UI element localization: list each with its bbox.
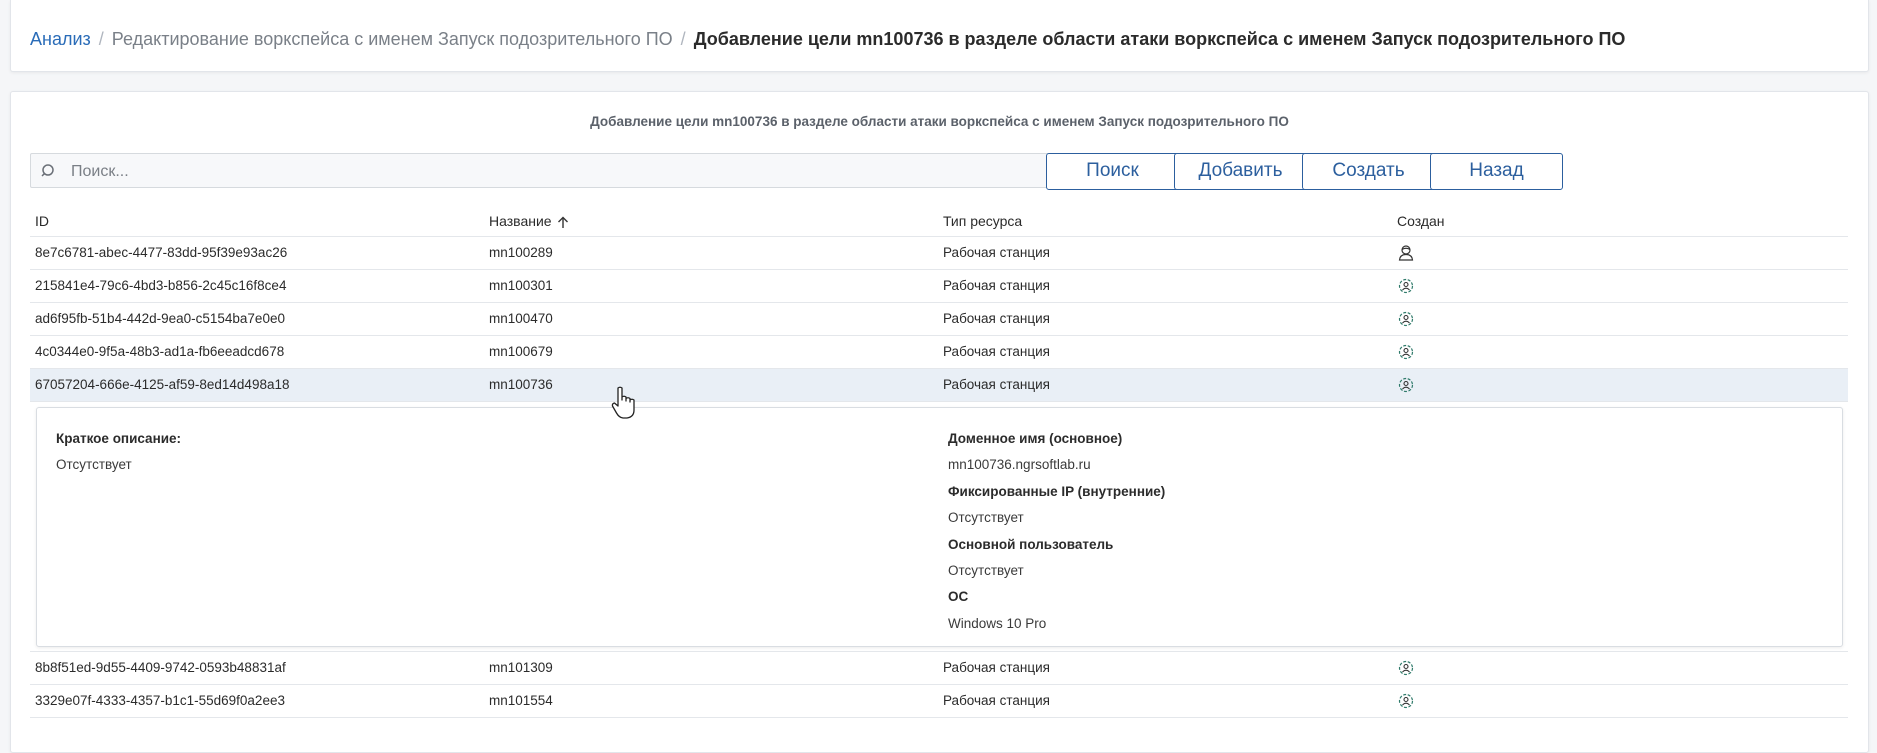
column-header-name-label: Название — [489, 213, 552, 229]
page-title: Добавление цели mn100736 в разделе облас… — [590, 114, 1289, 129]
table-row[interactable]: 8b8f51ed-9d55-4409-9742-0593b48831af mn1… — [30, 652, 1848, 685]
targets-table: ID Название Тип ресурса Создан 8e7c6781-… — [30, 206, 1848, 718]
cell-type: Рабочая станция — [943, 660, 1050, 675]
os-value: Windows 10 Pro — [948, 616, 1047, 631]
cell-name: mn100679 — [489, 344, 553, 359]
cell-name: mn101309 — [489, 660, 553, 675]
system-gear-icon — [1398, 693, 1414, 709]
cell-id: 8b8f51ed-9d55-4409-9742-0593b48831af — [35, 660, 286, 675]
breadcrumb-link-workspace[interactable]: Редактирование воркспейса с именем Запус… — [112, 29, 673, 49]
os-label: ОС — [948, 589, 969, 604]
cell-name: mn101554 — [489, 693, 553, 708]
cell-type: Рабочая станция — [943, 377, 1050, 392]
cell-name: mn100736 — [489, 377, 553, 392]
table-row[interactable]: 4c0344e0-9f5a-48b3-ad1a-fb6eeadcd678 mn1… — [30, 336, 1848, 369]
table-row[interactable]: 3329e07f-4333-4357-b1c1-55d69f0a2ee3 mn1… — [30, 685, 1848, 718]
breadcrumb-separator: / — [98, 29, 104, 49]
breadcrumb: Анализ / Редактирование воркспейса с имене… — [30, 28, 1625, 50]
system-gear-icon — [1398, 278, 1414, 294]
cell-type: Рабочая станция — [943, 693, 1050, 708]
back-button[interactable]: Назад — [1430, 153, 1563, 190]
details-panel: Краткое описание: Отсутствует Доменное и… — [36, 407, 1843, 647]
table-row[interactable]: ad6f95fb-51b4-442d-9ea0-c5154ba7e0e0 mn1… — [30, 303, 1848, 336]
breadcrumb-bar: Анализ / Редактирование воркспейса с имене… — [10, 0, 1869, 72]
cell-id: 215841e4-79c6-4bd3-b856-2c45c16f8ce4 — [35, 278, 287, 293]
cell-type: Рабочая станция — [943, 344, 1050, 359]
breadcrumb-separator: / — [680, 29, 686, 49]
domain-label: Доменное имя (основное) — [948, 431, 1123, 446]
cell-type: Рабочая станция — [943, 311, 1050, 326]
cell-id: ad6f95fb-51b4-442d-9ea0-c5154ba7e0e0 — [35, 311, 285, 326]
breadcrumb-current: Добавление цели mn100736 в разделе облас… — [693, 29, 1626, 49]
cell-id: 4c0344e0-9f5a-48b3-ad1a-fb6eeadcd678 — [35, 344, 285, 359]
cell-type: Рабочая станция — [943, 278, 1050, 293]
ip-label: Фиксированные IP (внутренние) — [948, 484, 1166, 499]
column-header-id[interactable]: ID — [35, 206, 49, 236]
table-row-selected[interactable]: 67057204-666e-4125-af59-8ed14d498a18 mn1… — [30, 369, 1848, 402]
ip-value: Отсутствует — [948, 510, 1024, 525]
breadcrumb-link-analysis[interactable]: Анализ — [30, 29, 91, 49]
search-button[interactable]: Поиск — [1046, 153, 1179, 190]
create-button[interactable]: Создать — [1302, 153, 1435, 190]
description-value: Отсутствует — [56, 457, 132, 472]
column-header-name[interactable]: Название — [489, 206, 569, 236]
domain-value: mn100736.ngrsoftlab.ru — [948, 457, 1091, 472]
system-gear-icon — [1398, 344, 1414, 360]
cell-id: 67057204-666e-4125-af59-8ed14d498a18 — [35, 377, 290, 392]
table-row[interactable]: 8e7c6781-abec-4477-83dd-95f39e93ac26 mn1… — [30, 237, 1848, 270]
sort-ascending-icon — [557, 216, 568, 228]
cell-name: mn100301 — [489, 278, 553, 293]
description-label: Краткое описание: — [56, 431, 182, 446]
table-row[interactable]: 215841e4-79c6-4bd3-b856-2c45c16f8ce4 mn1… — [30, 270, 1848, 303]
cell-id: 8e7c6781-abec-4477-83dd-95f39e93ac26 — [35, 245, 288, 260]
system-gear-icon — [1398, 377, 1414, 393]
add-button[interactable]: Добавить — [1174, 153, 1307, 190]
table-header: ID Название Тип ресурса Создан — [30, 206, 1848, 237]
system-gear-icon — [1398, 660, 1414, 676]
system-gear-icon — [1398, 311, 1414, 327]
cell-type: Рабочая станция — [943, 245, 1050, 260]
cell-id: 3329e07f-4333-4357-b1c1-55d69f0a2ee3 — [35, 693, 285, 708]
row-details-expanded: Краткое описание: Отсутствует Доменное и… — [30, 402, 1848, 652]
user-icon — [1398, 245, 1414, 261]
main-user-value: Отсутствует — [948, 563, 1024, 578]
targets-panel: Добавление цели mn100736 в разделе облас… — [10, 91, 1869, 753]
column-header-type[interactable]: Тип ресурса — [943, 206, 1022, 236]
cell-name: mn100470 — [489, 311, 553, 326]
search-icon — [41, 164, 54, 177]
cell-name: mn100289 — [489, 245, 553, 260]
column-header-created[interactable]: Создан — [1397, 206, 1445, 236]
main-user-label: Основной пользователь — [948, 537, 1114, 552]
